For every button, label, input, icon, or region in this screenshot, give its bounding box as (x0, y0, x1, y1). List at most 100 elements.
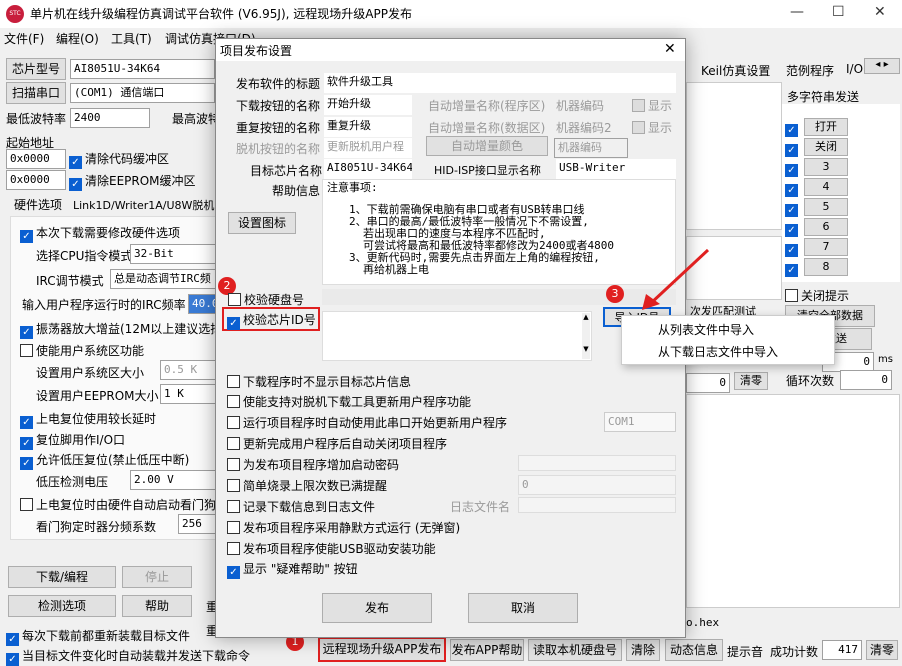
send-row-checkbox[interactable]: ✓ (785, 140, 801, 157)
send-row-button[interactable]: 关闭 (804, 138, 848, 156)
reset-io-checkbox[interactable]: ✓ 复位脚用作I/O口 (20, 431, 125, 450)
opt-auto-close-checkbox[interactable]: 更新完成用户程序后自动关闭项目程序 (227, 435, 447, 452)
send-row-button[interactable]: 8 (804, 258, 848, 276)
target-chip-input[interactable]: AI8051U-34K64 (324, 159, 412, 179)
send-row-button[interactable]: 5 (804, 198, 848, 216)
sys-area-checkbox[interactable]: 使能用户系统区功能 (20, 342, 144, 359)
send-row-button[interactable]: 4 (804, 178, 848, 196)
wdt-div-select[interactable]: 256 (178, 514, 218, 534)
cpu-mode-select[interactable]: 32-Bit (130, 244, 218, 264)
tab-scroll-arrows-icon[interactable]: ◂ ▸ (864, 58, 900, 74)
modify-hw-checkbox[interactable]: ✓ 本次下载需要修改硬件选项 (20, 224, 180, 243)
opt-no-chip-info-checkbox[interactable]: 下载程序时不显示目标芯片信息 (227, 373, 411, 390)
opt-log-checkbox[interactable]: 记录下载信息到日志文件 (227, 498, 375, 515)
loop-count-input[interactable]: 0 (840, 370, 892, 390)
help-button[interactable]: 帮助 (122, 595, 192, 617)
wdt-start-checkbox[interactable]: 上电复位时由硬件自动启动看门狗 (20, 496, 216, 513)
opt-help-button-checkbox[interactable]: ✓ 显示 "疑难帮助" 按钮 (227, 560, 358, 579)
clear-code-checkbox[interactable]: ✓ 清除代码缓冲区 (69, 150, 169, 169)
osc-gain-checkbox[interactable]: ✓ 振荡器放大增益(12M以上建议选择 (20, 320, 222, 339)
publish-app-button[interactable]: 远程现场升级APP发布 (318, 637, 446, 662)
send-row-button[interactable]: 6 (804, 218, 848, 236)
verify-chip-checkbox[interactable]: ✓ 校验芯片ID号 (227, 311, 316, 330)
send-row-checkbox[interactable]: ✓ (785, 120, 801, 137)
chip-type-button[interactable]: 芯片型号 (6, 58, 66, 80)
show2-checkbox[interactable]: 显示 (632, 119, 672, 136)
tab-offline[interactable]: Link1D/Writer1A/U8W脱机 (73, 197, 214, 213)
auto-send-download-checkbox[interactable]: ✓ 当目标文件变化时自动装载并发送下载命令 (6, 647, 250, 666)
send-row-checkbox[interactable]: ✓ (785, 200, 801, 217)
offline-input[interactable]: 更新脱机用户程 (324, 138, 412, 158)
clear-eeprom-checkbox[interactable]: ✓ 清除EEPROM缓冲区 (69, 172, 196, 191)
opt-limit-checkbox[interactable]: 简单烧录上限次数已满提醒 (227, 477, 387, 494)
send-row-button[interactable]: 打开 (804, 118, 848, 136)
send-row-button[interactable]: 3 (804, 158, 848, 176)
import-from-log-item[interactable]: 从下载日志文件中导入 (658, 343, 778, 360)
limit-input[interactable]: 0 (518, 475, 676, 495)
eeprom-size-select[interactable]: 1 K (160, 384, 218, 404)
send-row-button[interactable]: 7 (804, 238, 848, 256)
close-icon[interactable]: ✕ (874, 4, 886, 20)
send-row-checkbox[interactable]: ✓ (785, 260, 801, 277)
tab-hardware[interactable]: 硬件选项 (14, 196, 62, 213)
tab-io[interactable]: I/O (846, 62, 863, 76)
send-row-checkbox[interactable]: ✓ (785, 220, 801, 237)
send-row-checkbox[interactable]: ✓ (785, 240, 801, 257)
dialog-close-icon[interactable]: ✕ (664, 41, 676, 57)
opt-offline-update-checkbox[interactable]: 使能支持对脱机下载工具更新用户程序功能 (227, 393, 471, 410)
redl-btn-input[interactable]: 重复升级 (324, 117, 412, 137)
close-prompt-checkbox[interactable]: 关闭提示 (785, 287, 849, 304)
publish-button[interactable]: 发布 (322, 593, 432, 623)
publish-help-button[interactable]: 发布APP帮助 (450, 639, 524, 661)
sys-size-select[interactable]: 0.5 K (160, 360, 218, 380)
log-button[interactable]: 动态信息 (665, 639, 723, 661)
irc-freq-input[interactable]: 40.0 (188, 294, 218, 314)
set-icon-button[interactable]: 设置图标 (228, 212, 296, 234)
dl-btn-input[interactable]: 开始升级 (324, 95, 412, 115)
import-from-list-item[interactable]: 从列表文件中导入 (658, 321, 754, 338)
menu-tools[interactable]: 工具(T) (111, 30, 152, 47)
help-textarea[interactable]: 注意事项: 1、下载前需确保电脑有串口或者有USB转串口线 2、串口的最高/最低… (322, 179, 676, 285)
opt-password-checkbox[interactable]: 为发布项目程序增加启动密码 (227, 456, 399, 473)
auto-reload-checkbox[interactable]: ✓ 每次下载前都重新装载目标文件 (6, 627, 190, 646)
download-button[interactable]: 下载/编程 (8, 566, 116, 588)
low-volt-reset-checkbox[interactable]: ✓ 允许低压复位(禁止低压中断) (20, 451, 189, 470)
hid-input[interactable]: USB-Writer (556, 159, 676, 179)
verify-disk-checkbox[interactable]: 校验硬盘号 (228, 291, 304, 308)
menu-file[interactable]: 文件(F) (4, 30, 44, 47)
chip-select[interactable]: AI8051U-34K64 (70, 59, 215, 79)
scan-port-button[interactable]: 扫描串口 (6, 82, 66, 104)
tab-keil[interactable]: Keil仿真设置 (701, 62, 770, 79)
show1-checkbox[interactable]: 显示 (632, 97, 672, 114)
com-select[interactable]: COM1 (604, 412, 676, 432)
send-row-checkbox[interactable]: ✓ (785, 180, 801, 197)
irc-mode-select[interactable]: 总是动态调节IRC频 (110, 269, 218, 289)
code-addr-input[interactable]: 0x0000 (6, 149, 66, 169)
scroll-arrows-icon[interactable]: ▲ ▼ (582, 313, 590, 359)
eeprom-addr-input[interactable]: 0x0000 (6, 170, 66, 190)
clear-count-button[interactable]: 清零 (734, 372, 768, 390)
opt-silent-checkbox[interactable]: 发布项目程序采用静默方式运行 (无弹窗) (227, 519, 460, 536)
maximize-icon[interactable]: ☐ (832, 4, 845, 20)
port-select[interactable]: (COM1) 通信端口 (70, 83, 215, 103)
read-disk-button[interactable]: 读取本机硬盘号 (528, 639, 622, 661)
clear-button[interactable]: 清除 (626, 639, 660, 661)
machine-code3-input[interactable]: 机器编码 (554, 138, 628, 158)
pub-title-input[interactable]: 软件升级工具 (324, 73, 676, 93)
opt-auto-port-checkbox[interactable]: 运行项目程序时自动使用此串口开始更新用户程序 (227, 414, 507, 431)
low-volt-select[interactable]: 2.00 V (130, 470, 218, 490)
send-row-checkbox[interactable]: ✓ (785, 160, 801, 177)
min-baud-select[interactable]: 2400 (70, 108, 150, 128)
tab-examples[interactable]: 范例程序 (786, 62, 834, 79)
log-name-input[interactable] (518, 497, 676, 513)
opt-usb-driver-checkbox[interactable]: 发布项目程序使能USB驱动安装功能 (227, 540, 436, 557)
password-input[interactable] (518, 455, 676, 471)
menu-program[interactable]: 编程(O) (56, 30, 99, 47)
chip-id-textarea[interactable] (322, 311, 592, 361)
check-options-button[interactable]: 检测选项 (8, 595, 116, 617)
stop-button[interactable]: 停止 (122, 566, 192, 588)
auto-inc-color-button[interactable]: 自动增量颜色 (426, 136, 548, 156)
cancel-button[interactable]: 取消 (468, 593, 578, 623)
success-clear-button[interactable]: 清零 (866, 640, 898, 660)
minimize-icon[interactable]: — (790, 4, 804, 20)
